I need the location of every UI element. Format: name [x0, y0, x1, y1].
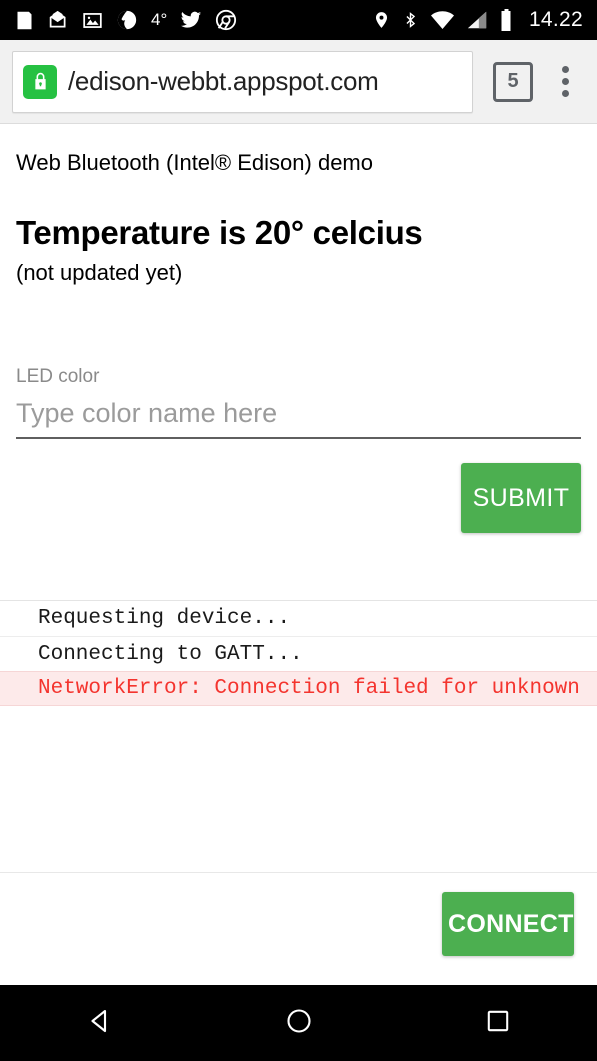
connect-row: CONNECT: [442, 892, 574, 956]
browser-toolbar: /edison-webbt.appspot.com 5: [0, 40, 597, 124]
lock-icon[interactable]: [23, 64, 57, 99]
temperature-note: (not updated yet): [16, 260, 183, 286]
log-line-error: NetworkError: Connection failed for unkn…: [0, 671, 597, 706]
led-color-field-group: LED color: [16, 366, 581, 440]
news-icon: [14, 10, 35, 31]
android-nav-bar: [0, 985, 597, 1061]
nav-home-button[interactable]: [199, 1007, 398, 1040]
signal-icon: [466, 10, 488, 30]
temperature-heading: Temperature is 20° celcius: [16, 214, 423, 252]
chrome-icon: [215, 9, 237, 31]
status-bar-notifications: 4°: [14, 9, 372, 31]
log-line: Connecting to GATT...: [0, 636, 597, 671]
android-status-bar: 4° 14.22: [0, 0, 597, 40]
nav-back-button[interactable]: [0, 1006, 199, 1041]
bluetooth-icon: [402, 9, 419, 31]
back-triangle-icon: [85, 1006, 115, 1041]
submit-button[interactable]: SUBMIT: [461, 463, 581, 534]
url-text: /edison-webbt.appspot.com: [68, 66, 379, 96]
status-clock: 14.22: [528, 8, 583, 31]
led-color-input[interactable]: [16, 396, 581, 440]
overflow-menu-icon[interactable]: [545, 66, 585, 97]
mail-icon: [48, 10, 69, 31]
submit-row: SUBMIT: [16, 463, 581, 534]
web-page-content: Web Bluetooth (Intel® Edison) demo Tempe…: [0, 124, 597, 956]
footer-divider: [0, 872, 597, 873]
status-temperature: 4°: [151, 10, 168, 29]
twitter-icon: [180, 9, 202, 31]
wifi-icon: [430, 10, 455, 30]
battery-icon: [499, 9, 514, 31]
url-bar[interactable]: /edison-webbt.appspot.com: [12, 50, 473, 113]
connect-button[interactable]: CONNECT: [442, 892, 574, 956]
led-color-label: LED color: [16, 366, 100, 388]
tab-counter-button[interactable]: 5: [493, 61, 533, 102]
location-pin-icon: [372, 9, 391, 31]
log-line: Requesting device...: [38, 607, 291, 630]
log-console: Requesting device... Connecting to GATT.…: [0, 600, 597, 706]
recents-square-icon: [485, 1008, 511, 1039]
page-subtitle: Web Bluetooth (Intel® Edison) demo: [16, 150, 373, 175]
nav-recents-button[interactable]: [398, 1008, 597, 1039]
status-bar-system-icons: 14.22: [372, 8, 583, 32]
home-circle-icon: [285, 1007, 313, 1040]
app-icon: [116, 9, 138, 31]
photo-icon: [82, 10, 103, 31]
